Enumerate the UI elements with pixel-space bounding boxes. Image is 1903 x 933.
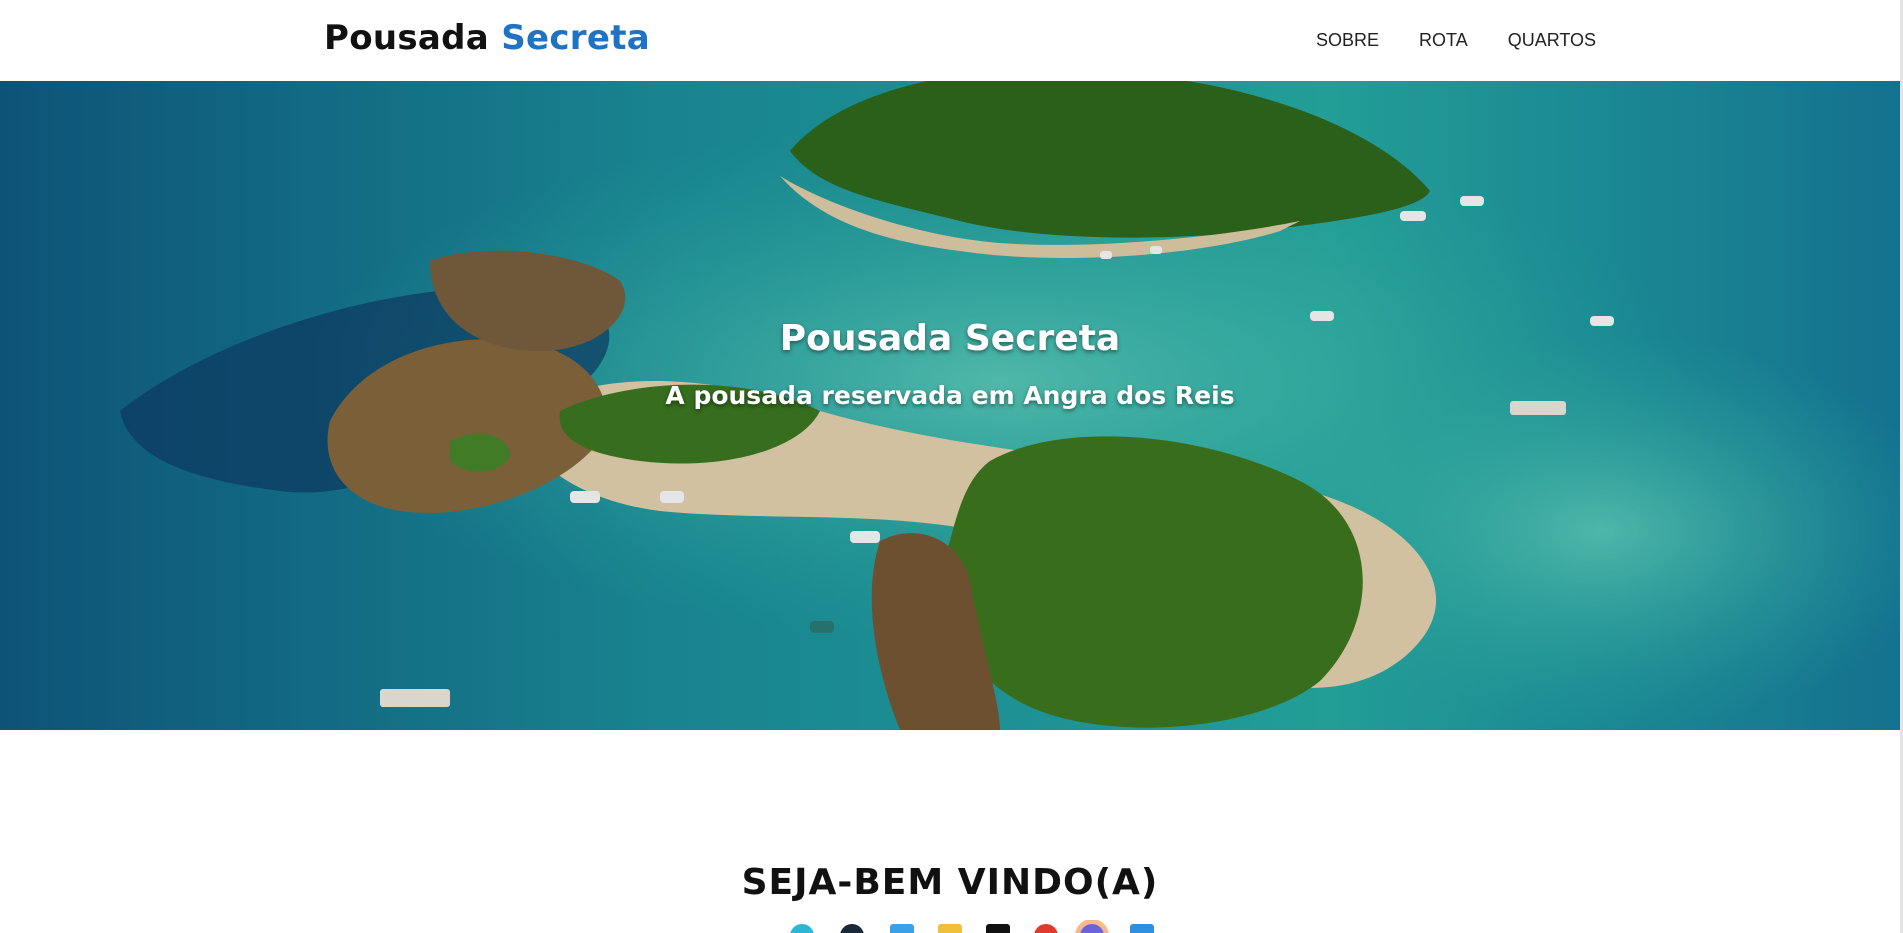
nav-link-quartos[interactable]: QUARTOS xyxy=(1508,30,1596,51)
nav-link-sobre[interactable]: SOBRE xyxy=(1316,30,1379,51)
code-editor-icon[interactable] xyxy=(1130,924,1154,933)
hero-title: Pousada Secreta xyxy=(779,318,1121,359)
hero-subtitle: A pousada reservada em Angra dos Reis xyxy=(665,381,1235,410)
welcome-heading: SEJA-BEM VINDO(A) xyxy=(741,862,1159,903)
brand-accent-text: Secreta xyxy=(501,18,651,58)
nav-link-rota[interactable]: ROTA xyxy=(1419,30,1468,51)
app-icon[interactable] xyxy=(1034,924,1058,933)
app-icon[interactable] xyxy=(986,924,1010,933)
app-icon[interactable] xyxy=(890,924,914,933)
app-icon[interactable] xyxy=(790,924,814,933)
app-icon[interactable] xyxy=(840,924,864,933)
hero-banner: Pousada Secreta A pousada reservada em A… xyxy=(0,81,1900,730)
brand-logo[interactable]: Pousada Secreta xyxy=(324,18,650,58)
brand-primary-text: Pousada xyxy=(324,18,490,58)
folder-icon[interactable] xyxy=(938,924,962,933)
top-navbar: Pousada Secreta SOBRE ROTA QUARTOS xyxy=(0,0,1903,81)
app-icon[interactable] xyxy=(1080,924,1104,933)
main-nav: SOBRE ROTA QUARTOS xyxy=(1316,30,1596,51)
taskbar-icons-strip xyxy=(790,920,1170,933)
